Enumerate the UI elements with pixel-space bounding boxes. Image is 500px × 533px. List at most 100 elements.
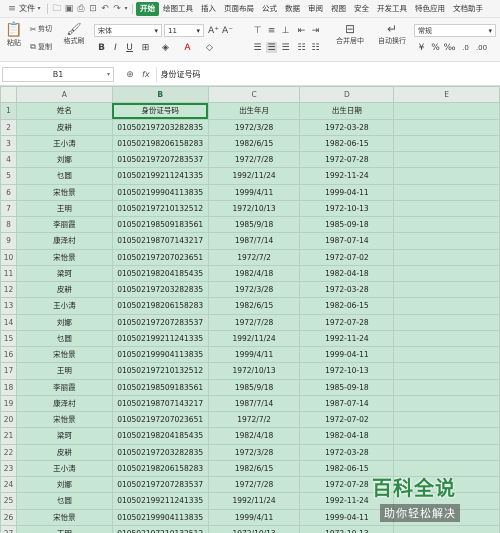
table-cell[interactable]: 010502197207023651 [111, 410, 209, 429]
empty-cell[interactable] [393, 134, 500, 153]
table-cell[interactable]: 1972-03-28 [299, 118, 395, 136]
table-cell[interactable]: 宋怡景 [15, 248, 113, 266]
open-icon[interactable]: 🗀 [51, 3, 63, 15]
merge-center-button[interactable]: ⊟ 合并居中 [332, 22, 368, 46]
empty-cell[interactable] [393, 232, 500, 250]
table-cell[interactable]: 1972-10-13 [299, 362, 395, 380]
table-cell[interactable]: 1992-11-24 [299, 329, 395, 348]
row-header[interactable]: 11 [0, 264, 17, 283]
table-cell[interactable]: 010502197207283537 [111, 150, 209, 169]
table-cell[interactable]: 刘娜 [15, 475, 113, 494]
percent-icon[interactable]: % [430, 42, 441, 53]
table-cell[interactable]: 1992-11-24 [299, 167, 395, 185]
table-cell[interactable]: 010502197203282835 [111, 280, 209, 299]
table-cell[interactable]: 1972-07-28 [299, 313, 395, 331]
table-cell[interactable]: 宋怡景 [15, 508, 113, 526]
redo-icon[interactable]: ↷ [111, 3, 123, 15]
table-cell[interactable]: 1982/6/15 [207, 134, 301, 153]
table-cell[interactable]: 1972/10/13 [207, 199, 301, 218]
column-header-e[interactable]: E [393, 86, 500, 104]
table-cell[interactable]: 010502197203282835 [111, 443, 209, 461]
font-name-select[interactable]: 宋体 ▾ [94, 24, 162, 37]
row-header[interactable]: 8 [0, 215, 17, 234]
italic-icon[interactable]: I [110, 42, 121, 53]
justify-icon[interactable]: ☷ [296, 42, 307, 53]
empty-cell[interactable] [393, 118, 500, 136]
table-cell[interactable]: 1999-04-11 [299, 183, 395, 201]
empty-cell[interactable] [393, 280, 500, 299]
row-header[interactable]: 25 [0, 492, 17, 510]
table-cell[interactable]: 1972-07-02 [299, 248, 395, 266]
row-header[interactable]: 10 [0, 248, 17, 266]
align-right-icon[interactable]: ☰ [280, 42, 291, 53]
header-cell[interactable]: 出生日期 [299, 102, 395, 120]
decrease-decimal-icon[interactable]: .00 [476, 42, 487, 53]
tab-7[interactable]: 视图 [327, 2, 350, 16]
table-cell[interactable]: 010502198204185435 [111, 427, 209, 445]
row-header[interactable]: 4 [0, 150, 17, 169]
row-header[interactable]: 5 [0, 167, 17, 185]
empty-cell[interactable] [393, 378, 500, 396]
table-cell[interactable]: 1972-03-28 [299, 443, 395, 461]
increase-font-icon[interactable]: A⁺ [208, 25, 219, 36]
border-icon[interactable]: ⊞ [140, 42, 151, 53]
align-left-icon[interactable]: ☰ [252, 42, 263, 53]
undo-icon[interactable]: ↶ [99, 3, 111, 15]
file-menu-button[interactable]: ≡ 文件 ▾ [4, 2, 44, 16]
empty-cell[interactable] [393, 410, 500, 429]
table-cell[interactable]: 1982/6/15 [207, 459, 301, 478]
indent-increase-icon[interactable]: ⇥ [310, 25, 321, 36]
column-header-c[interactable]: C [207, 86, 301, 104]
bold-icon[interactable]: B [96, 42, 107, 53]
print-icon[interactable]: ⎙ [75, 3, 87, 15]
decrease-font-icon[interactable]: A⁻ [222, 25, 233, 36]
table-cell[interactable]: 1987-07-14 [299, 394, 395, 413]
table-cell[interactable]: 1972/7/2 [207, 410, 301, 429]
tab-1[interactable]: 绘图工具 [159, 2, 197, 16]
empty-cell[interactable] [393, 248, 500, 266]
table-cell[interactable]: 1972/3/28 [207, 443, 301, 461]
table-cell[interactable]: 1992/11/24 [207, 492, 301, 510]
table-cell[interactable]: 1982-04-18 [299, 427, 395, 445]
row-header[interactable]: 17 [0, 362, 17, 380]
table-cell[interactable]: 1972/7/2 [207, 248, 301, 266]
table-cell[interactable]: 乜圆 [15, 329, 113, 348]
table-cell[interactable]: 1972-07-28 [299, 150, 395, 169]
row-header[interactable]: 18 [0, 378, 17, 396]
align-bottom-icon[interactable]: ⊥ [280, 25, 291, 36]
table-cell[interactable]: 康泽村 [15, 232, 113, 250]
empty-cell[interactable] [393, 150, 500, 169]
row-header[interactable]: 2 [0, 118, 17, 136]
table-cell[interactable]: 1982-04-18 [299, 264, 395, 283]
table-cell[interactable]: 010502198206158283 [111, 297, 209, 315]
row-header[interactable]: 20 [0, 410, 17, 429]
table-cell[interactable]: 乜圆 [15, 492, 113, 510]
table-cell[interactable]: 1985/9/18 [207, 378, 301, 396]
table-cell[interactable]: 1982/4/18 [207, 264, 301, 283]
table-cell[interactable]: 1972/3/28 [207, 280, 301, 299]
row-header[interactable]: 13 [0, 297, 17, 315]
column-header-a[interactable]: A [15, 86, 113, 104]
wrap-text-button[interactable]: ↵ 自动换行 [374, 22, 410, 46]
align-top-icon[interactable]: ⊤ [252, 25, 263, 36]
row-header[interactable]: 14 [0, 313, 17, 331]
row-header[interactable]: 12 [0, 280, 17, 299]
empty-cell[interactable] [393, 215, 500, 234]
clear-format-icon[interactable]: ◇ [204, 42, 215, 53]
row-header[interactable]: 6 [0, 183, 17, 201]
table-cell[interactable]: 010502199904113835 [111, 183, 209, 201]
table-cell[interactable]: 1999/4/11 [207, 508, 301, 526]
table-cell[interactable]: 李丽霞 [15, 378, 113, 396]
table-cell[interactable]: 1972/7/28 [207, 475, 301, 494]
table-cell[interactable]: 宋怡景 [15, 183, 113, 201]
thousands-icon[interactable]: ‰ [443, 42, 455, 53]
table-cell[interactable]: 010502198204185435 [111, 264, 209, 283]
row-header[interactable]: 24 [0, 475, 17, 494]
tab-5[interactable]: 数据 [281, 2, 304, 16]
table-cell[interactable]: 1999/4/11 [207, 345, 301, 364]
empty-cell[interactable] [393, 199, 500, 218]
table-cell[interactable]: 010502198707143217 [111, 232, 209, 250]
table-cell[interactable]: 1972/10/13 [207, 524, 301, 533]
fx-icon[interactable]: fx [142, 70, 150, 79]
table-cell[interactable]: 康泽村 [15, 394, 113, 413]
